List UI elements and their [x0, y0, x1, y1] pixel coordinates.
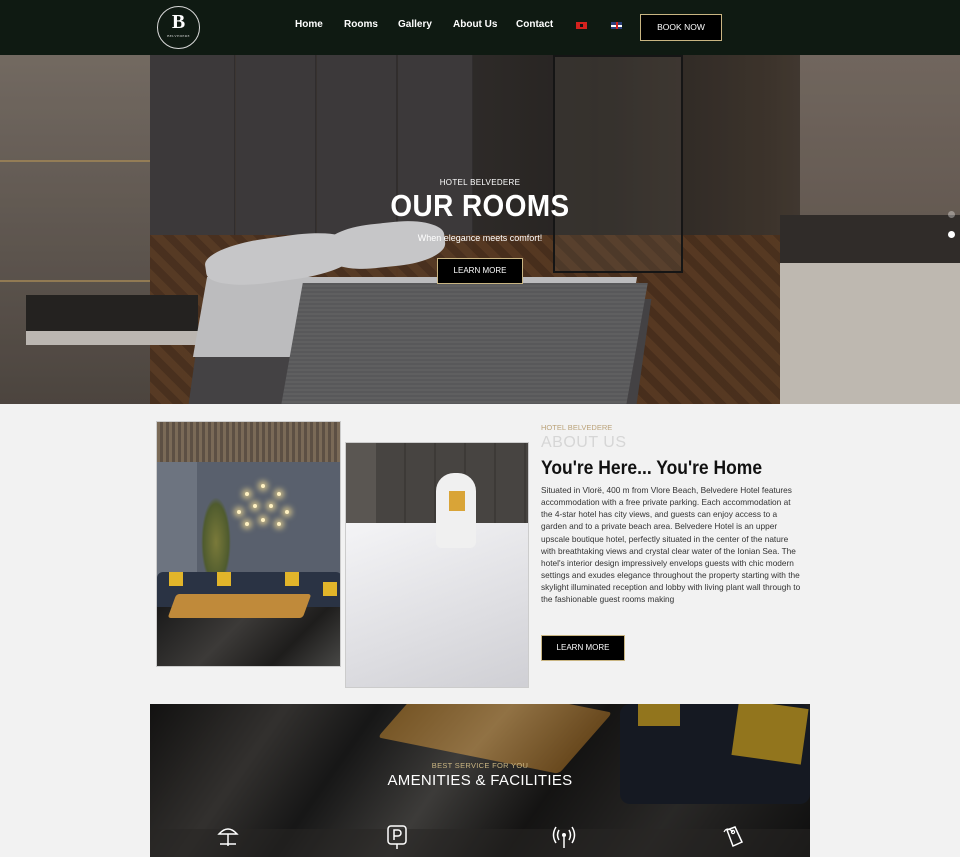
luggage-tag-icon: [723, 826, 744, 848]
book-now-button[interactable]: BOOK NOW: [640, 14, 722, 41]
beach-umbrella-icon: [217, 828, 239, 846]
logo-text: BELVEDERE: [167, 34, 190, 38]
english-flag-icon[interactable]: [611, 22, 622, 29]
amenities-kicker: BEST SERVICE FOR YOU: [431, 761, 529, 770]
wooden-table: [167, 594, 312, 618]
lobby-photo: [156, 421, 341, 667]
about-kicker: HOTEL BELVEDERE: [541, 423, 613, 432]
parking-icon: [387, 825, 407, 849]
hero-subtitle: When elegance meets comfort!: [417, 233, 543, 243]
hero-learn-more-button[interactable]: LEARN MORE: [437, 258, 523, 284]
hotel-logo[interactable]: B BELVEDERE: [157, 6, 200, 49]
about-description: Situated in Vlorë, 400 m from Vlore Beac…: [541, 485, 801, 605]
about-ghost-heading: ABOUT US: [541, 434, 627, 451]
slider-dot[interactable]: [948, 211, 955, 218]
nav-contact[interactable]: Contact: [516, 19, 553, 30]
hero-banner: HOTEL BELVEDERE OUR ROOMS When elegance …: [0, 55, 960, 404]
nav-home[interactable]: Home: [295, 19, 323, 30]
wifi-icon: [552, 826, 576, 848]
amenities-title: AMENITIES & FACILITIES: [387, 772, 573, 789]
amenities-section: BEST SERVICE FOR YOU AMENITIES & FACILIT…: [150, 704, 810, 857]
logo-mark: B: [171, 11, 186, 33]
about-title: You're Here... You're Home: [541, 458, 763, 479]
nav-rooms[interactable]: Rooms: [344, 19, 378, 30]
hero-kicker: HOTEL BELVEDERE: [439, 178, 521, 187]
nav-about-us[interactable]: About Us: [453, 19, 497, 30]
guest-room-photo: [345, 442, 529, 688]
white-bed: [346, 523, 528, 687]
about-learn-more-button[interactable]: LEARN MORE: [541, 635, 625, 661]
top-navigation: B BELVEDERE Home Rooms Gallery About Us …: [0, 0, 960, 55]
nav-gallery[interactable]: Gallery: [398, 19, 432, 30]
albanian-flag-icon[interactable]: [576, 22, 587, 29]
slider-dot-active[interactable]: [948, 231, 955, 238]
hero-title: OUR ROOMS: [390, 188, 570, 223]
